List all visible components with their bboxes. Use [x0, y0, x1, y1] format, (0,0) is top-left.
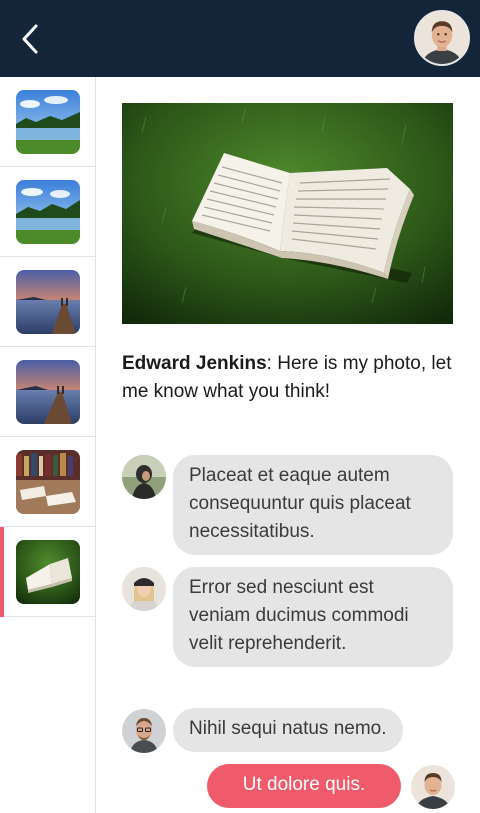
post-photo[interactable] [122, 103, 453, 324]
post-author[interactable]: Edward Jenkins [122, 353, 267, 374]
sender-avatar[interactable] [122, 455, 166, 499]
my-message-bubble: Ut dolore quis. [207, 764, 401, 808]
sidebar-item-pier-2[interactable] [0, 347, 95, 437]
sender-avatar[interactable] [122, 567, 166, 611]
sidebar-item-book-grass[interactable] [0, 527, 95, 617]
sidebar-item-books[interactable] [0, 437, 95, 527]
back-button[interactable] [14, 20, 50, 58]
sidebar-item-lake-1[interactable] [0, 77, 95, 167]
header-bar [0, 0, 480, 77]
sidebar-item-pier-1[interactable] [0, 257, 95, 347]
message-bubble: Placeat et eaque autem consequuntur quis… [173, 455, 453, 555]
chevron-left-icon [22, 24, 38, 54]
my-avatar[interactable] [411, 765, 455, 809]
post-caption: Edward Jenkins: Here is my photo, let me… [122, 350, 452, 406]
sunset-pier-thumbnail [16, 270, 80, 334]
sidebar-item-lake-2[interactable] [0, 167, 95, 257]
lake-forest-thumbnail [16, 90, 80, 154]
books-thumbnail [16, 450, 80, 514]
lake-forest-thumbnail [16, 180, 80, 244]
sunset-pier-thumbnail [16, 360, 80, 424]
message-bubble: Nihil sequi natus nemo. [173, 708, 403, 752]
book-on-grass-thumbnail [16, 540, 80, 604]
photo-sidebar [0, 77, 96, 813]
message-bubble: Error sed nesciunt est veniam ducimus co… [173, 567, 453, 667]
user-avatar[interactable] [414, 10, 470, 66]
sender-avatar[interactable] [122, 709, 166, 753]
